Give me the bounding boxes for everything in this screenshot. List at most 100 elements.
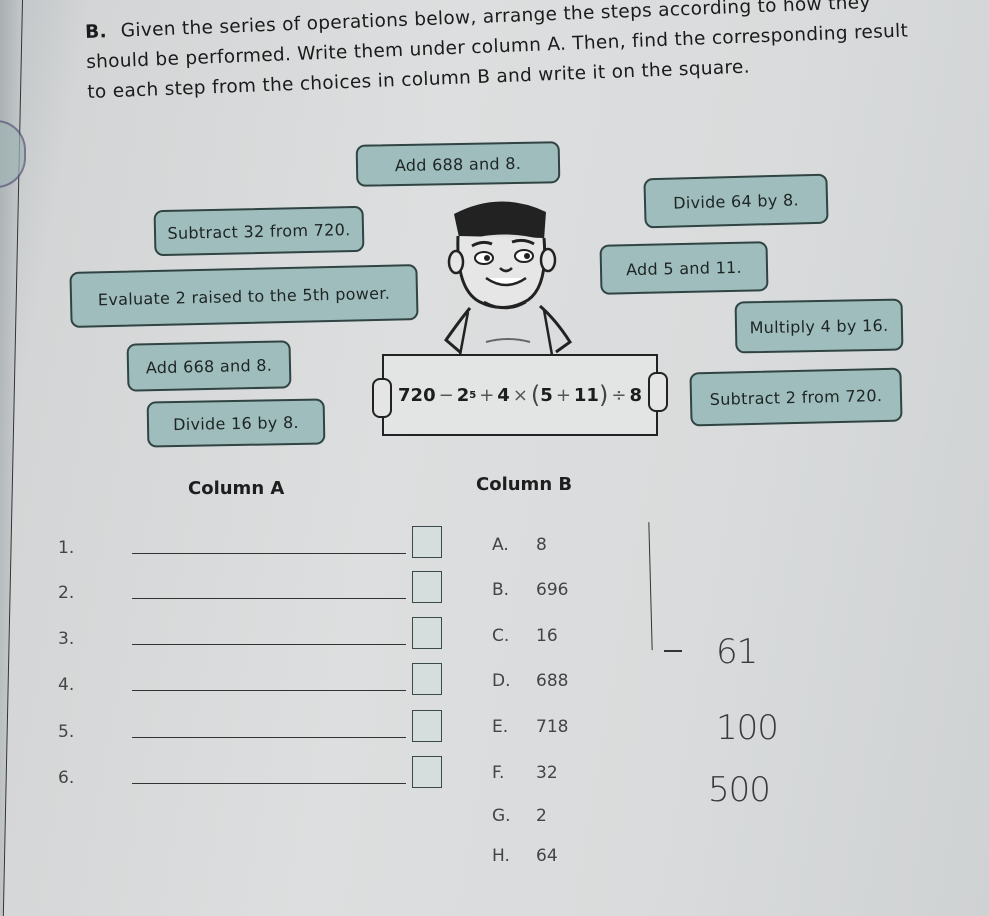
left-fist-icon [372,378,392,418]
handwritten-number: 100 [716,708,779,748]
answer-square[interactable] [412,663,442,695]
choice-item: F. 32 [492,763,558,783]
left-ear [447,249,465,275]
expr-div: ÷ [611,384,627,406]
handwritten-number: 500 [708,770,771,810]
expr-exponent: 5 [469,389,477,401]
answer-line[interactable] [132,644,406,645]
answer-line[interactable] [132,553,406,554]
answer-square[interactable] [412,756,442,788]
choice-value: 2 [536,806,547,826]
step-box: Add 5 and 11. [599,241,769,295]
step-label: Subtract 2 from 720. [709,385,883,409]
answer-row: 4. [58,657,468,697]
choice-value: 32 [536,763,558,783]
expr-plus: + [479,384,495,406]
choice-item: D. 688 [492,671,568,691]
right-pupil [524,253,530,259]
expression-sign: 720 − 25 + 4 × ( 5 + 11 ) ÷ 8 [382,354,658,436]
handwritten-number: 61 [716,632,758,672]
left-pupil [484,255,490,261]
row-number: 4. [58,675,75,695]
section-label: B. [84,21,108,44]
step-label: Add 688 and 8. [394,153,522,175]
answer-line[interactable] [132,783,406,784]
expr-divisor: 8 [629,384,642,406]
choice-value: 8 [536,535,547,555]
right-fist-icon [648,372,668,412]
step-label: Evaluate 2 raised to the 5th power. [97,283,391,309]
choice-letter: H. [492,846,510,866]
answer-line[interactable] [132,598,406,599]
shirt-body [458,309,554,356]
step-label: Add 5 and 11. [625,257,743,279]
choice-item: G. 2 [492,806,547,826]
answer-row: 2. [58,565,468,605]
choice-letter: A. [492,535,509,555]
choice-letter: C. [492,626,510,646]
step-label: Divide 16 by 8. [173,412,299,434]
answer-square[interactable] [412,617,442,649]
choice-value: 16 [536,626,558,646]
boy-illustration [443,201,573,356]
instructions-text: Given the series of operations below, ar… [85,0,909,104]
expr-minus: − [438,384,454,406]
step-box: Evaluate 2 raised to the 5th power. [69,264,419,328]
step-box: Add 668 and 8. [126,340,292,392]
row-number: 1. [58,538,75,558]
column-b-title: Column B [476,474,573,495]
answer-line[interactable] [132,737,406,738]
choice-value: 696 [536,580,569,600]
choice-value: 718 [536,717,569,737]
page-curl [0,120,26,188]
expr-times: × [512,384,528,406]
expr-a: 5 [540,384,553,406]
step-label: Divide 64 by 8. [672,189,800,213]
answer-square[interactable] [412,526,442,558]
handwritten-bracket [648,521,665,651]
answer-square[interactable] [412,710,442,742]
expr-close-paren: ) [598,381,609,409]
step-box: Divide 16 by 8. [146,398,326,448]
expr-720: 720 [398,384,436,406]
choice-letter: G. [492,806,511,826]
choice-item: C. 16 [492,626,558,646]
shirt-crease [485,338,531,343]
expr-base: 2 [456,384,470,406]
expr-factor: 4 [497,384,510,406]
choice-letter: B. [492,580,510,600]
row-number: 3. [58,629,75,649]
choice-item: A. 8 [492,535,547,555]
choice-letter: F. [492,763,505,783]
hair [454,201,546,242]
expr-plus2: + [555,384,571,406]
step-label: Multiply 4 by 16. [749,315,889,337]
instructions: B. Given the series of operations below, … [85,0,918,108]
face [456,235,547,309]
step-box: Subtract 2 from 720. [689,367,903,427]
answer-row: 5. [58,704,468,744]
choice-item: E. 718 [492,717,568,737]
row-number: 5. [58,722,75,742]
step-box: Subtract 32 from 720. [153,205,365,257]
column-a-title: Column A [188,478,285,499]
choice-value: 64 [536,846,558,866]
step-label: Subtract 32 from 720. [167,219,351,243]
answer-row: 6. [58,750,468,790]
answer-square[interactable] [412,571,442,603]
step-box: Divide 64 by 8. [643,173,829,229]
row-number: 6. [58,768,75,788]
choice-letter: E. [492,717,509,737]
expr-open-paren: ( [530,381,541,409]
right-ear [539,247,557,273]
handwritten-dash [664,650,682,652]
row-number: 2. [58,583,75,603]
answer-row: 1. [58,520,468,560]
step-box: Multiply 4 by 16. [734,298,904,354]
answer-line[interactable] [132,690,406,691]
expr-b: 11 [573,384,599,406]
choice-item: H. 64 [492,846,558,866]
step-label: Add 668 and 8. [145,355,273,377]
choice-value: 688 [536,671,569,691]
choice-letter: D. [492,671,511,691]
